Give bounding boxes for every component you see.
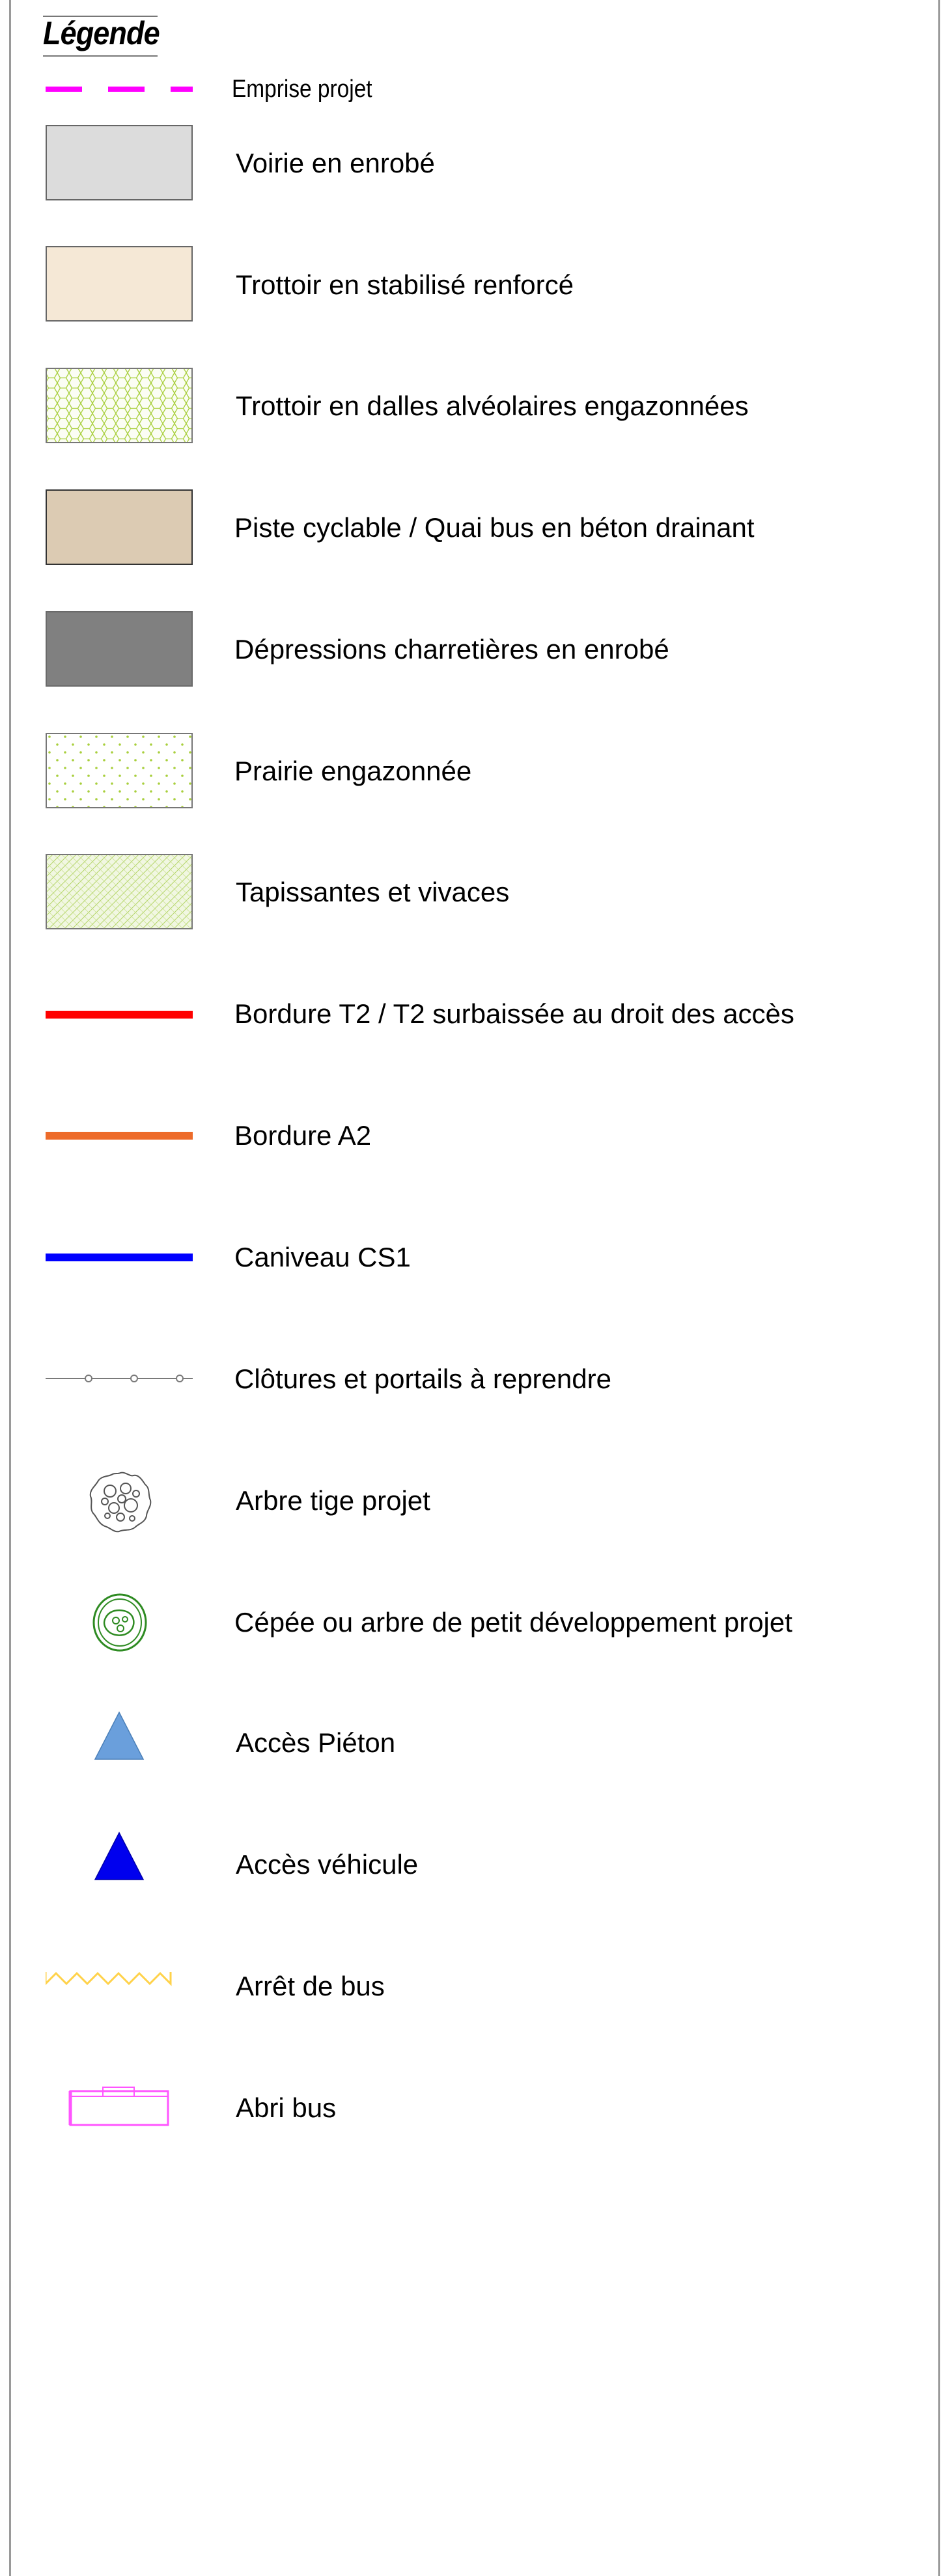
legend-label-bordure-a2: Bordure A2: [234, 1120, 372, 1151]
legend-label-cepee: Cépée ou arbre de petit développement pr…: [234, 1607, 792, 1637]
trottoir-dalles-hexagon-swatch: [46, 368, 193, 443]
trottoir-stabilise-swatch: [46, 246, 193, 322]
arret-bus-zigzag-icon: [46, 1971, 172, 1986]
legend-label-clotures: Clôtures et portails à reprendre: [234, 1363, 611, 1394]
legend-label-piste-cyclable: Piste cyclable / Quai bus en béton drain…: [234, 512, 755, 543]
legend-label-acces-vehicule: Accès véhicule: [236, 1849, 419, 1880]
legend-label-acces-pieton: Accès Piéton: [236, 1727, 396, 1758]
legend-label-caniveau: Caniveau CS1: [234, 1242, 411, 1272]
bordure-a2-line: [46, 1132, 193, 1140]
cloture-line-icon: [46, 1375, 193, 1382]
legend-label-prairie: Prairie engazonnée: [234, 756, 472, 786]
cepee-tree-icon: [92, 1593, 147, 1652]
emprise-projet-dashed-line-icon: [46, 87, 193, 92]
caniveau-line: [46, 1254, 193, 1261]
depressions-swatch: [46, 611, 193, 687]
legend-label-voirie: Voirie en enrobé: [236, 148, 435, 178]
legend-label-trottoir-stabilise: Trottoir en stabilisé renforcé: [236, 269, 574, 300]
legend-label-arret-bus: Arrêt de bus: [236, 1971, 385, 2001]
voirie-swatch: [46, 125, 193, 200]
title-rule-bottom: [43, 55, 158, 57]
legend-title: Légende: [43, 15, 160, 51]
prairie-dots-swatch: [46, 733, 193, 808]
abri-bus-shelter-icon: [68, 2087, 169, 2126]
legend-label-depressions: Dépressions charretières en enrobé: [234, 634, 669, 665]
bordure-t2-line: [46, 1011, 193, 1019]
legend-label-arbre-tige: Arbre tige projet: [236, 1485, 430, 1516]
legend-label-abri-bus: Abri bus: [236, 2092, 337, 2123]
tapissantes-weave-swatch: [46, 854, 193, 929]
piste-cyclable-swatch: [46, 489, 193, 565]
legend-label-trottoir-dalles: Trottoir en dalles alvéolaires engazonné…: [236, 391, 749, 421]
legend-label-emprise: Emprise projet: [232, 75, 372, 103]
acces-vehicule-triangle-icon: [94, 1831, 145, 1880]
arbre-tige-tree-icon: [89, 1472, 152, 1533]
legend-label-bordure-t2: Bordure T2 / T2 surbaissée au droit des …: [234, 998, 794, 1029]
legend-label-tapissantes: Tapissantes et vivaces: [236, 877, 510, 907]
acces-pieton-triangle-icon: [94, 1711, 145, 1760]
